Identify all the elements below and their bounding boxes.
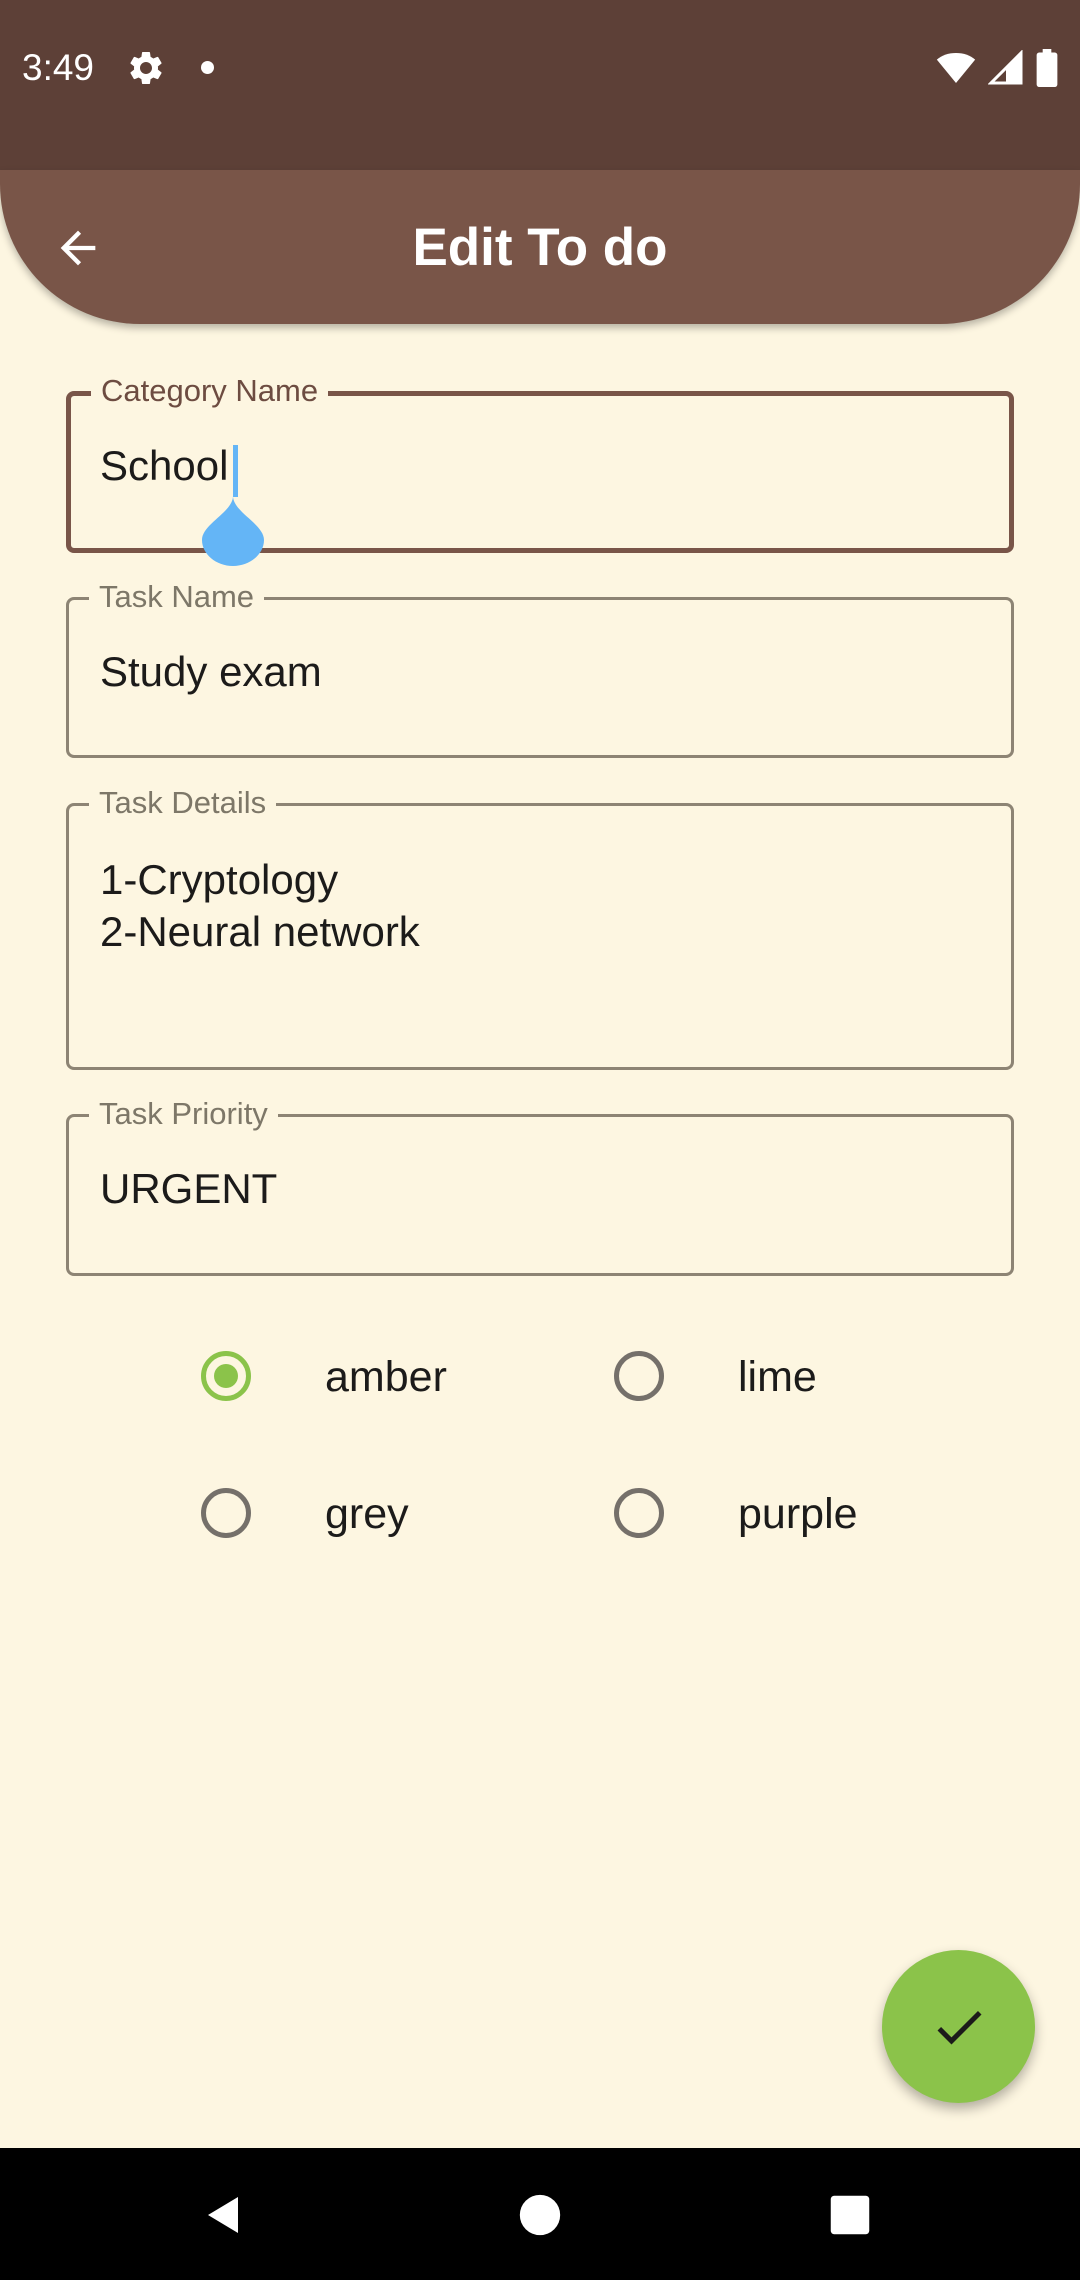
task-priority-field[interactable]: Task Priority URGENT [66,1095,1014,1276]
status-time: 3:49 [22,47,95,88]
radio-button-unchecked-icon[interactable] [614,1488,664,1538]
status-icons [936,48,1058,88]
task-name-field[interactable]: Task Name Study exam [66,578,1014,758]
task-name-label: Task Name [89,578,265,616]
navigation-bar [0,2148,1080,2280]
text-cursor [233,445,238,497]
radio-button-unchecked-icon[interactable] [614,1351,664,1401]
nav-recents-icon [830,2195,870,2235]
cellular-signal-icon [988,50,1023,85]
check-icon [937,2010,981,2044]
page-title: Edit To do [412,218,668,277]
radio-label-amber: amber [325,1353,447,1401]
task-priority-label: Task Priority [89,1095,278,1133]
task-priority-input[interactable]: URGENT [100,1163,277,1215]
category-name-label: Category Name [91,372,329,410]
notification-dot-icon [201,61,214,74]
nav-recents-button[interactable] [805,2170,895,2260]
radio-button-checked-icon[interactable] [201,1351,251,1401]
battery-icon [1036,49,1058,87]
app-bar: Edit To do [0,170,1080,324]
gear-icon [130,52,162,84]
nav-back-icon [208,2197,238,2233]
radio-label-grey: grey [325,1490,409,1538]
radio-label-purple: purple [738,1490,858,1538]
task-details-field[interactable]: Task Details 1-Cryptology 2-Neural netwo… [66,784,1014,1070]
status-bar: 3:49 [0,0,1080,170]
cursor-handle-icon[interactable] [202,496,264,566]
save-fab-button[interactable] [882,1950,1035,2103]
category-name-input[interactable]: School [100,440,228,492]
nav-home-button[interactable] [495,2170,585,2260]
radio-label-lime: lime [738,1353,817,1401]
radio-button-unchecked-icon[interactable] [201,1488,251,1538]
nav-back-button[interactable] [179,2170,269,2260]
task-details-label: Task Details [89,784,277,822]
wifi-icon [936,53,976,83]
nav-home-icon [519,2194,561,2236]
task-details-input[interactable]: 1-Cryptology 2-Neural network [100,854,420,958]
task-name-input[interactable]: Study exam [100,646,322,698]
